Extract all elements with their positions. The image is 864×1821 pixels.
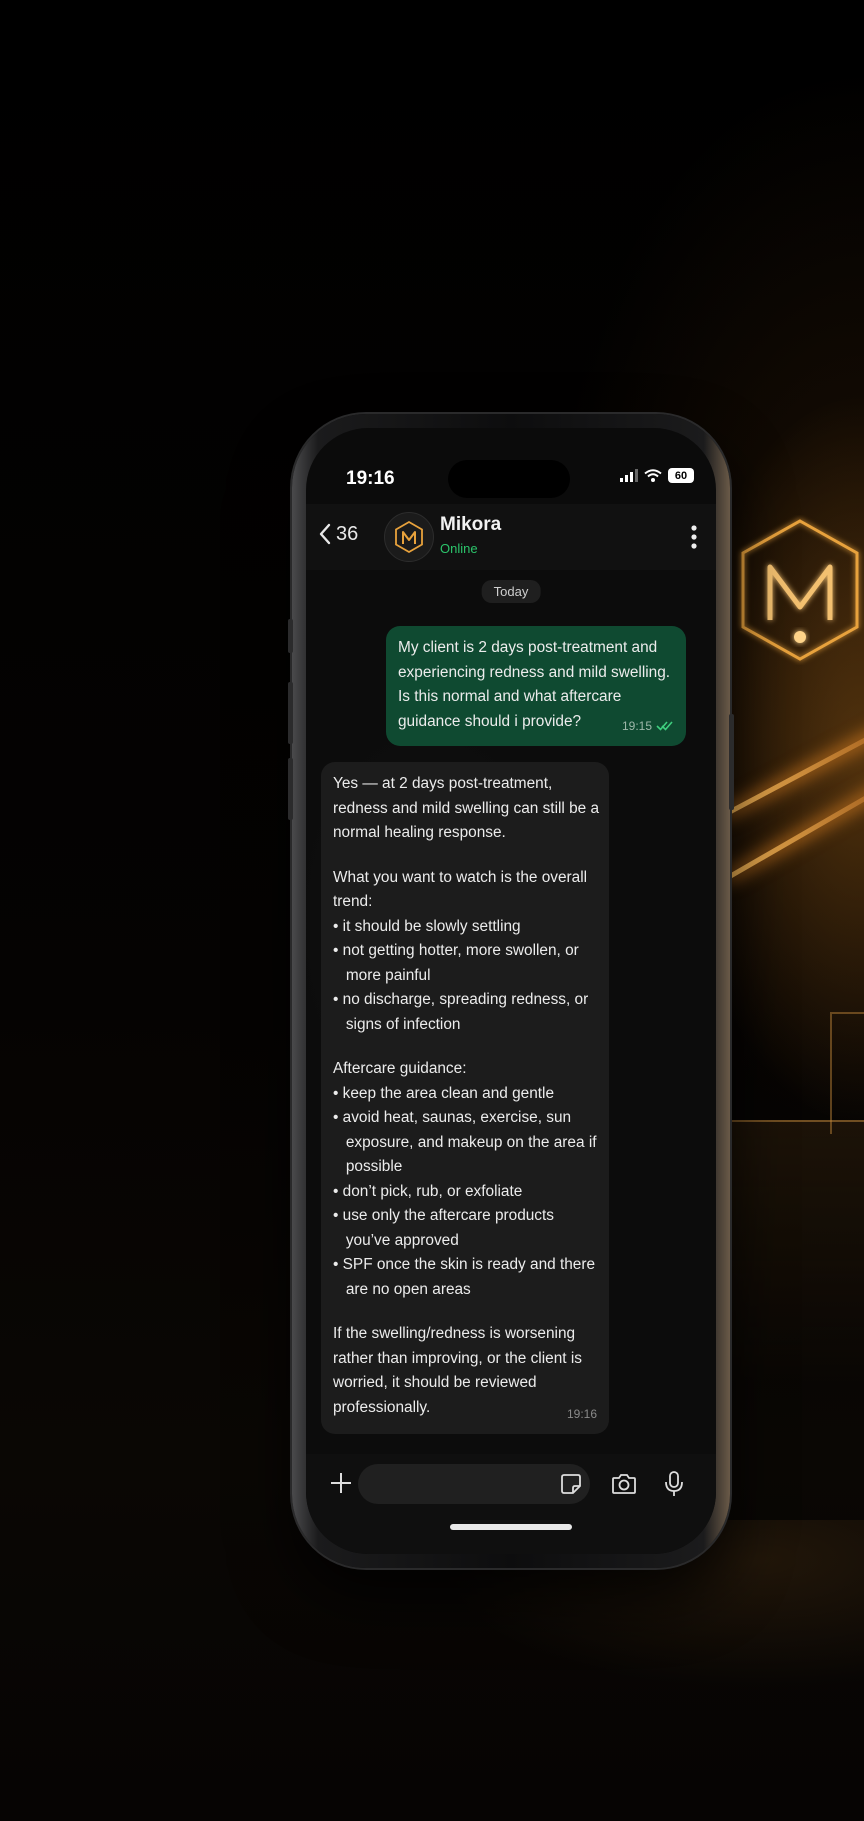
message-line: you’ve approved: [333, 1231, 459, 1249]
dynamic-island: [448, 460, 570, 498]
message-line: trend:: [333, 893, 373, 910]
battery-icon: 60: [668, 468, 694, 483]
message-line: • use only the aftercare products: [333, 1207, 554, 1224]
message-line: normal healing response.: [333, 824, 506, 841]
message-line: redness and mild swelling can still be a: [333, 799, 600, 817]
volume-down-button: [288, 758, 293, 820]
brand-logo-decoration: [741, 519, 859, 661]
message-line: experiencing redness and mild swelling.: [398, 663, 671, 681]
message-line: What you want to watch is the overall: [333, 868, 588, 886]
mikora-logo-icon: [395, 520, 423, 554]
message-line: Aftercare guidance:: [333, 1060, 467, 1077]
message-line: rather than improving, or the client is: [333, 1349, 582, 1367]
message-line: My client is 2 days post-treatment and: [398, 639, 658, 656]
message-line: • don’t pick, rub, or exfoliate: [333, 1182, 523, 1200]
status-icons: 60: [620, 468, 694, 483]
message-line: • avoid heat, saunas, exercise, sun: [333, 1109, 572, 1126]
phone-screen: 19:16 60 36 Mikora Online Today My clien…: [306, 428, 716, 1554]
message-meta: 19:15: [622, 714, 674, 739]
message-line: signs of infection: [333, 1015, 461, 1033]
message-line: Is this normal and what aftercare: [398, 688, 622, 705]
sticker-icon[interactable]: [560, 1473, 582, 1495]
contact-status: Online: [440, 541, 478, 556]
chevron-left-icon: [319, 523, 331, 545]
pedestal-decoration: [830, 1012, 864, 1134]
message-line: • no discharge, spreading redness, or: [333, 991, 589, 1008]
message-meta: 19:16: [567, 1402, 597, 1427]
back-button[interactable]: 36: [318, 522, 358, 546]
microphone-icon[interactable]: [664, 1470, 684, 1498]
message-line: • keep the area clean and gentle: [333, 1084, 555, 1102]
unread-count: 36: [336, 522, 359, 545]
action-button: [288, 619, 293, 653]
message-line: exposure, and makeup on the area if: [333, 1133, 597, 1151]
message-list[interactable]: Today My client is 2 days post-treatment…: [306, 570, 716, 1454]
message-line: professionally.: [333, 1398, 431, 1416]
message-line: • SPF once the skin is ready and there: [333, 1256, 596, 1273]
contact-name[interactable]: Mikora: [440, 514, 501, 536]
composer-bar: [306, 1454, 716, 1554]
message-input[interactable]: [358, 1464, 590, 1504]
message-line: • it should be slowly settling: [333, 917, 521, 935]
date-separator: Today: [481, 580, 541, 603]
message-time: 19:15: [621, 718, 652, 733]
pedestal-decoration: [725, 1120, 864, 1382]
message-text: Yes — at 2 days post-treatment, redness a…: [333, 772, 600, 1420]
message-line: possible: [333, 1158, 403, 1175]
wifi-icon: [644, 469, 662, 482]
more-vertical-icon[interactable]: [690, 524, 698, 550]
outgoing-message[interactable]: My client is 2 days post-treatment and ex…: [386, 626, 686, 746]
volume-up-button: [288, 682, 293, 744]
message-line: worried, it should be reviewed: [333, 1374, 537, 1391]
plus-icon[interactable]: [328, 1470, 354, 1496]
message-line: If the swelling/redness is worsening: [333, 1325, 576, 1342]
chat-header: 36 Mikora Online: [306, 504, 716, 570]
message-time: 19:16: [566, 1406, 597, 1421]
status-bar: 19:16 60: [306, 428, 716, 498]
message-line: Yes — at 2 days post-treatment,: [333, 775, 553, 792]
phone-device: 19:16 60 36 Mikora Online Today My clien…: [288, 414, 734, 1568]
avatar[interactable]: [384, 512, 434, 562]
camera-icon[interactable]: [611, 1472, 637, 1496]
message-line: • not getting hotter, more swollen, or: [333, 942, 579, 959]
status-time: 19:16: [346, 468, 395, 489]
signal-icon: [620, 469, 638, 482]
home-indicator[interactable]: [450, 1524, 572, 1530]
power-button: [729, 714, 734, 810]
message-line: are no open areas: [333, 1280, 471, 1298]
message-line: more painful: [333, 966, 431, 984]
double-check-icon: [656, 721, 673, 731]
incoming-message[interactable]: Yes — at 2 days post-treatment, redness a…: [321, 762, 609, 1434]
